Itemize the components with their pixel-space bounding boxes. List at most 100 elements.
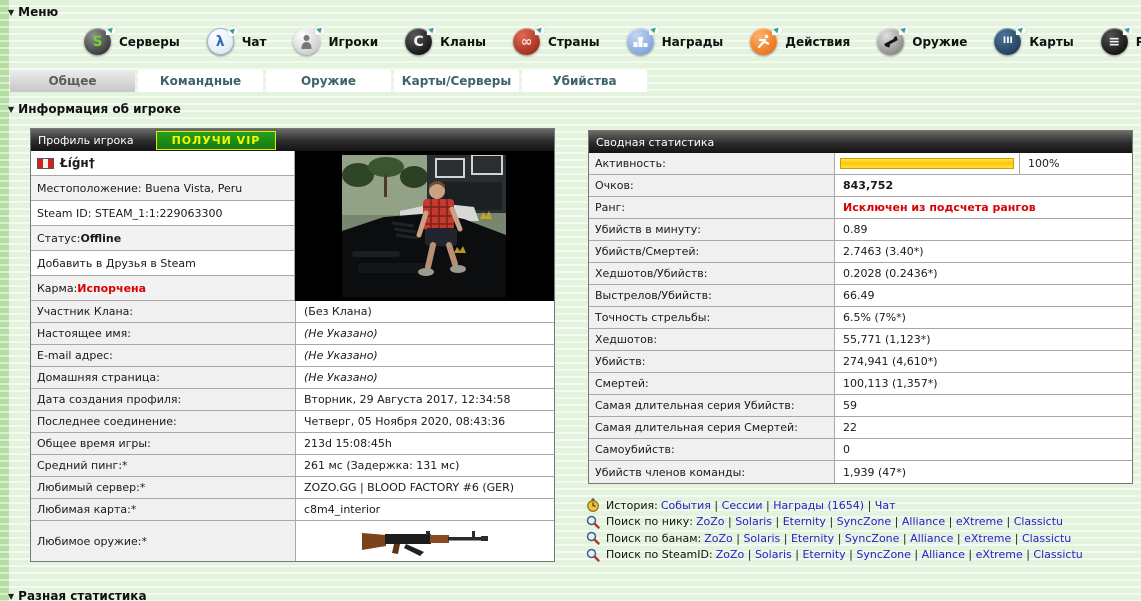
stats-value: 66.49 [835, 285, 1132, 306]
stats-panel-header: Сводная статистика [589, 131, 1132, 153]
link--[interactable]: Сессии [722, 499, 763, 512]
tab-weapons[interactable]: Оружие [266, 70, 391, 92]
tab-general[interactable]: Общее [10, 70, 135, 92]
link-separator: | [834, 532, 845, 545]
nav-item-chat[interactable]: λЧат [207, 28, 267, 55]
stats-label: Хедшотов: [589, 329, 835, 350]
nav-item-awards[interactable]: Награды [627, 28, 724, 55]
link-solaris[interactable]: Solaris [735, 515, 772, 528]
info-text: Местоположение: Buena Vista, Peru [37, 182, 242, 195]
link-synczone[interactable]: SyncZone [845, 532, 900, 545]
link--[interactable]: События [661, 499, 711, 512]
detail-label: Средний пинг:* [31, 455, 296, 476]
detail-label: Любимый сервер:* [31, 477, 296, 498]
stats-row: Смертей:100,113 (1,357*) [589, 373, 1132, 395]
stats-label: Убийств членов команды: [589, 461, 835, 483]
link-extreme[interactable]: eXtreme [964, 532, 1011, 545]
menu-section-header[interactable]: ▼Меню [8, 5, 58, 19]
info-text: Статус: [37, 232, 81, 245]
nav-item-actions[interactable]: Действия [750, 28, 850, 55]
detail-value: ZOZO.GG | BLOOD FACTORY #6 (GER) [296, 477, 554, 498]
link-separator: | [772, 515, 783, 528]
profile-detail-row: Средний пинг:*261 мс (Задержка: 131 мс) [31, 455, 554, 477]
player-photo-image [342, 155, 506, 297]
nav-item-countries[interactable]: ∞ Страны [513, 28, 600, 55]
activity-progress-bar [840, 158, 1014, 169]
link-zozo[interactable]: ZoZo [704, 532, 733, 545]
nav-label: Награды [662, 35, 724, 49]
detail-value: 261 мс (Задержка: 131 мс) [296, 455, 554, 476]
stats-value: 0.89 [835, 219, 1132, 240]
stats-label: Убийств в минуту: [589, 219, 835, 240]
detail-label: E-mail адрес: [31, 345, 296, 366]
stats-row: Убийств в минуту:0.89 [589, 219, 1132, 241]
misc-stats-section-header[interactable]: ▼Разная статистика [8, 589, 147, 601]
tab-kills[interactable]: Убийства [522, 70, 647, 92]
get-vip-button[interactable]: ПОЛУЧИ VIP [156, 131, 277, 150]
stats-value: 1,939 (47*) [835, 461, 1132, 483]
tab-team[interactable]: Командные [138, 70, 263, 92]
link-solaris[interactable]: Solaris [743, 532, 780, 545]
detail-label: Домашняя страница: [31, 367, 296, 388]
nav-item-players[interactable]: Игроки [293, 28, 378, 55]
stats-value: 59 [835, 395, 1132, 416]
link-classictu[interactable]: Classictu [1014, 515, 1063, 528]
profile-link[interactable]: Добавить в Друзья в Steam [37, 257, 196, 270]
stats-value: 22 [835, 417, 1132, 438]
tab-maps-servers[interactable]: Карты/Серверы [394, 70, 519, 92]
link-synczone[interactable]: SyncZone [856, 548, 911, 561]
activity-row: Активность: 100% [589, 153, 1132, 175]
links-row: Поиск по нику:ZoZo | Solaris | Eternity … [586, 514, 1083, 530]
nav-item-maps[interactable]: IIIКарты [994, 28, 1073, 55]
nav-item-roles[interactable]: ≡Роли [1101, 28, 1141, 55]
peru-flag-icon [37, 158, 54, 169]
player-name-row: Łíǵн† [31, 151, 295, 176]
links-prefix: Поиск по нику: [606, 515, 693, 528]
clans-icon: C [405, 28, 432, 55]
link-eternity[interactable]: Eternity [791, 532, 834, 545]
links-row: Поиск по SteamID:ZoZo | Solaris | Eterni… [586, 547, 1083, 563]
link-alliance[interactable]: Alliance [910, 532, 953, 545]
link-separator: | [864, 499, 875, 512]
player-profile-panel: Профиль игрока ПОЛУЧИ VIP Łíǵн† Местопол… [30, 128, 555, 562]
links-prefix: История: [606, 499, 658, 512]
link-eternity[interactable]: Eternity [802, 548, 845, 561]
link-zozo[interactable]: ZoZo [696, 515, 725, 528]
search-icon [586, 548, 601, 562]
link-extreme[interactable]: eXtreme [976, 548, 1023, 561]
detail-label: Любимое оружие:* [31, 521, 296, 561]
stats-label: Выстрелов/Убийств: [589, 285, 835, 306]
nav-label: Карты [1029, 35, 1073, 49]
player-info-section-header[interactable]: ▼Информация об игроке [8, 102, 181, 116]
roles-icon-glyph: ≡ [1108, 35, 1120, 49]
link-alliance[interactable]: Alliance [922, 548, 965, 561]
link-classictu[interactable]: Classictu [1033, 548, 1082, 561]
nav-label: Страны [548, 35, 600, 49]
countries-icon: ∞ [513, 28, 540, 55]
nav-item-servers[interactable]: SСерверы [84, 28, 180, 55]
profile-detail-row: Последнее соединение:Четверг, 05 Ноября … [31, 411, 554, 433]
external-arrow-icon [1016, 25, 1026, 35]
stats-label: Убийств/Смертей: [589, 241, 835, 262]
link-synczone[interactable]: SyncZone [837, 515, 892, 528]
link-alliance[interactable]: Alliance [902, 515, 945, 528]
external-arrow-icon [899, 25, 909, 35]
nav-item-weapons[interactable]: Оружие [877, 28, 967, 55]
link-zozo[interactable]: ZoZo [716, 548, 745, 561]
profile-info-row: Steam ID: STEAM_1:1:229063300 [31, 201, 295, 226]
link-solaris[interactable]: Solaris [755, 548, 792, 561]
servers-icon-glyph: S [92, 35, 102, 49]
link--[interactable]: Чат [875, 499, 896, 512]
nav-item-clans[interactable]: CКланы [405, 28, 486, 55]
chat-icon: λ [207, 28, 234, 55]
link-extreme[interactable]: eXtreme [956, 515, 1003, 528]
link-eternity[interactable]: Eternity [783, 515, 826, 528]
link--1654-[interactable]: Награды (1654) [773, 499, 864, 512]
link-separator: | [792, 548, 803, 561]
stats-row: Хедшотов/Убийств:0.2028 (0.2436*) [589, 263, 1132, 285]
summary-stats-panel: Сводная статистика Активность: 100% Очко… [588, 130, 1133, 484]
detail-value: Четверг, 05 Ноября 2020, 08:43:36 [296, 411, 554, 432]
stats-row: Убийств членов команды:1,939 (47*) [589, 461, 1132, 483]
link-classictu[interactable]: Classictu [1022, 532, 1071, 545]
footer-section-title: Разная статистика [18, 589, 146, 601]
